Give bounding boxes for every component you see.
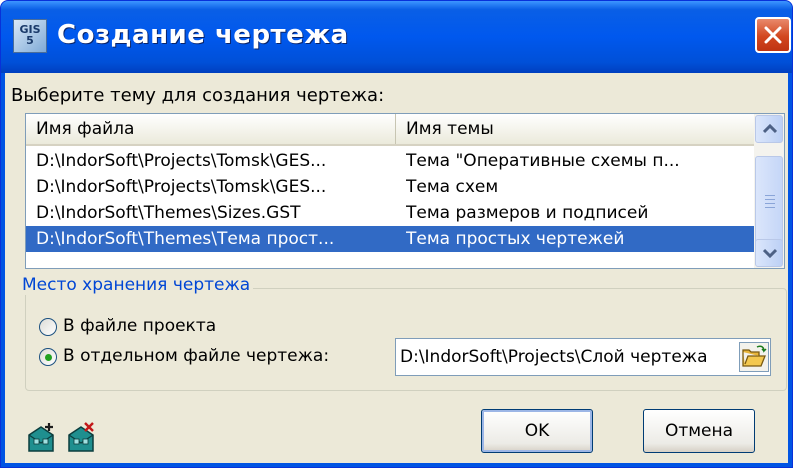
gis-app-icon: GIS 5 bbox=[13, 19, 47, 53]
storage-group-title: Место хранения чертежа bbox=[19, 275, 254, 295]
row-theme-name: Тема размеров и подписей bbox=[406, 203, 649, 223]
row-file-name: D:\IndorSoft\Themes\Тема прост... bbox=[36, 229, 335, 249]
list-row[interactable]: D:\IndorSoft\Projects\Tomsk\GES... Тема … bbox=[26, 148, 754, 174]
dialog-body: Выберите тему для создания чертежа: Имя … bbox=[5, 73, 788, 463]
browse-button[interactable] bbox=[739, 342, 769, 372]
window-title: Создание чертежа bbox=[57, 20, 349, 50]
thumb-grip-line bbox=[765, 203, 775, 204]
dialog-window: GIS 5 Создание чертежа Выберите тему для… bbox=[0, 0, 793, 468]
app-icon-text-bottom: 5 bbox=[26, 34, 34, 47]
list-row[interactable]: D:\IndorSoft\Projects\Tomsk\GES... Тема … bbox=[26, 174, 754, 200]
drawing-path-input[interactable] bbox=[395, 338, 771, 376]
scroll-down-button[interactable] bbox=[755, 239, 783, 267]
title-bar[interactable]: GIS 5 Создание чертежа bbox=[1, 1, 792, 73]
radio-separate-file-label: В отдельном файле чертежа: bbox=[63, 346, 330, 366]
close-icon bbox=[764, 26, 782, 44]
row-file-name: D:\IndorSoft\Projects\Tomsk\GES... bbox=[36, 151, 327, 171]
close-button[interactable] bbox=[755, 17, 791, 53]
delete-theme-icon[interactable] bbox=[65, 421, 99, 455]
cancel-button[interactable]: Отмена bbox=[643, 409, 755, 453]
row-file-name: D:\IndorSoft\Projects\Tomsk\GES... bbox=[36, 177, 327, 197]
scroll-up-button[interactable] bbox=[755, 115, 783, 143]
column-header-theme-name[interactable]: Имя темы bbox=[396, 114, 754, 144]
theme-list[interactable]: Имя файла Имя темы D:\IndorSoft\Projects… bbox=[25, 113, 785, 269]
radio-circle-checked bbox=[39, 348, 57, 366]
radio-circle-unchecked bbox=[39, 318, 57, 336]
row-theme-name: Тема простых чертежей bbox=[406, 229, 625, 249]
scroll-thumb[interactable] bbox=[755, 156, 783, 246]
list-row-selected[interactable]: D:\IndorSoft\Themes\Тема прост... Тема п… bbox=[26, 226, 754, 252]
add-theme-icon[interactable] bbox=[25, 421, 59, 455]
row-file-name: D:\IndorSoft\Themes\Sizes.GST bbox=[36, 203, 301, 223]
row-theme-name: Тема "Оперативные схемы п... bbox=[406, 151, 680, 171]
open-folder-icon bbox=[742, 345, 767, 367]
radio-checked-dot bbox=[45, 354, 52, 361]
chevron-down-icon bbox=[763, 248, 777, 258]
thumb-grip-line bbox=[765, 199, 775, 200]
select-theme-label: Выберите тему для создания чертежа: bbox=[11, 85, 385, 106]
list-row[interactable]: D:\IndorSoft\Themes\Sizes.GST Тема разме… bbox=[26, 200, 754, 226]
radio-project-file-label: В файле проекта bbox=[63, 316, 217, 336]
thumb-grip-line bbox=[765, 195, 775, 196]
thumb-grip-line bbox=[765, 207, 775, 208]
vertical-scrollbar[interactable] bbox=[754, 114, 784, 268]
chevron-up-icon bbox=[763, 124, 777, 134]
column-header-file-name[interactable]: Имя файла bbox=[26, 114, 396, 144]
row-theme-name: Тема схем bbox=[406, 177, 499, 197]
ok-button[interactable]: OK bbox=[481, 409, 593, 453]
list-header: Имя файла Имя темы bbox=[26, 114, 754, 146]
